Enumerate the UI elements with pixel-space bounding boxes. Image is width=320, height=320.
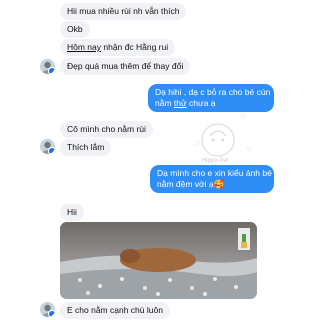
message-bubble-outgoing[interactable]: Dạ hihi , dạ c bỏ ra cho bé cún nằm thử …: [148, 84, 274, 112]
message-text: nằm: [155, 98, 174, 108]
message-bubble[interactable]: Hii: [60, 204, 84, 221]
message-text: E cho nằm cạnh chù luôn: [67, 305, 163, 315]
message-bubble[interactable]: Hii mua nhiều rùi nh vẫn thích: [60, 3, 187, 20]
online-badge: [48, 67, 55, 74]
chat-thread: Hii mua nhiều rùi nh vẫn thích Okb Hôm n…: [0, 0, 320, 320]
sender-avatar[interactable]: [40, 302, 55, 317]
heart-icon: ♡: [240, 114, 247, 121]
message-text: Thích lắm: [67, 142, 105, 152]
message-bubble[interactable]: E cho nằm cạnh chù luôn: [60, 302, 170, 319]
message-bubble-outgoing[interactable]: Dạ mình cho e xin kiểu ảnh bé nằm đệm vớ…: [150, 165, 274, 193]
message-text: Hii mua nhiều rùi nh vẫn thích: [67, 6, 180, 16]
message-line: Dạ mình cho e xin kiểu ảnh bé: [157, 168, 272, 178]
message-bubble[interactable]: Cô mình cho nằm rùi: [60, 121, 153, 138]
message-text: chưa ạ: [186, 98, 216, 108]
message-text: Cô mình cho nằm rùi: [67, 124, 146, 134]
message-line: Dạ hihi , dạ c bỏ ra cho bé cún: [155, 87, 271, 97]
message-line: nằm thử chưa ạ: [155, 98, 267, 109]
sender-avatar[interactable]: [40, 59, 55, 74]
online-badge: [48, 147, 55, 154]
message-line: nằm đệm với ạ🥰: [157, 179, 225, 189]
message-bubble[interactable]: Okb: [60, 21, 90, 38]
message-text-underlined: Hôm nay: [67, 42, 102, 52]
message-bubble[interactable]: Thích lắm: [60, 139, 112, 156]
message-text-underlined: thử: [173, 98, 187, 108]
message-text: Đẹp quá mua thêm để thay đổi: [67, 61, 184, 71]
message-photo[interactable]: [60, 222, 257, 299]
message-text: Okb: [67, 24, 83, 34]
online-badge: [48, 310, 55, 317]
heart-icon: ♡: [194, 141, 201, 148]
message-bubble[interactable]: Đẹp quá mua thêm để thay đổi: [60, 58, 191, 75]
photo-dog-on-bed: [60, 222, 257, 299]
sender-avatar[interactable]: [40, 139, 55, 154]
heart-icon: ♡: [246, 147, 253, 154]
message-bubble[interactable]: Hôm nay nhận đc Hằng rui: [60, 39, 176, 56]
message-text: Hii: [67, 207, 77, 217]
watermark-text: Hippo Pet: [202, 158, 229, 164]
message-text: nhận đc Hằng rui: [101, 42, 169, 52]
